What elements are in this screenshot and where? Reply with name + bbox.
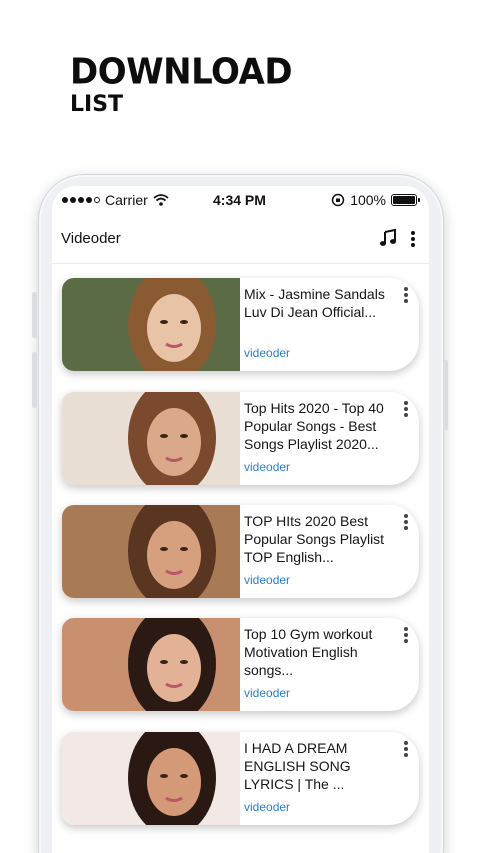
video-title[interactable]: TOP HIts 2020 Best Popular Songs Playlis… — [244, 512, 394, 566]
video-card[interactable]: Mix - Jasmine Sandals Luv Di Jean Offici… — [62, 278, 419, 371]
more-vertical-icon[interactable] — [403, 627, 409, 643]
video-thumbnail[interactable] — [62, 732, 240, 825]
video-thumbnail[interactable] — [62, 278, 240, 371]
status-bar: Carrier 4:34 PM 100% — [52, 186, 429, 214]
status-time: 4:34 PM — [213, 192, 266, 208]
more-vertical-icon[interactable] — [403, 741, 409, 757]
video-title[interactable]: Top 10 Gym workout Motivation English so… — [244, 625, 394, 679]
app-title: Videoder — [61, 230, 121, 247]
signal-icon — [62, 197, 100, 203]
rotation-lock-icon — [331, 193, 345, 207]
video-channel[interactable]: videoder — [244, 686, 290, 700]
video-thumbnail[interactable] — [62, 618, 240, 711]
video-channel[interactable]: videoder — [244, 800, 290, 814]
phone-side-button — [32, 352, 37, 408]
video-title[interactable]: Top Hits 2020 - Top 40 Popular Songs - B… — [244, 399, 394, 453]
more-vertical-icon[interactable] — [403, 287, 409, 303]
video-thumbnail[interactable] — [62, 392, 240, 485]
phone-screen: Carrier 4:34 PM 100% Videoder Mix - Jasm… — [52, 186, 429, 853]
headline-subtitle: LIST — [70, 92, 124, 117]
video-channel[interactable]: videoder — [244, 573, 290, 587]
carrier-label: Carrier — [105, 192, 148, 208]
video-card[interactable]: Top 10 Gym workout Motivation English so… — [62, 618, 419, 711]
video-title[interactable]: Mix - Jasmine Sandals Luv Di Jean Offici… — [244, 285, 394, 321]
video-title[interactable]: I HAD A DREAM ENGLISH SONG LYRICS | The … — [244, 739, 394, 793]
phone-side-button — [443, 360, 448, 430]
wifi-icon — [153, 194, 169, 206]
video-channel[interactable]: videoder — [244, 460, 290, 474]
video-card[interactable]: Top Hits 2020 - Top 40 Popular Songs - B… — [62, 392, 419, 485]
more-vertical-icon[interactable] — [403, 401, 409, 417]
video-channel[interactable]: videoder — [244, 346, 290, 360]
battery-percent: 100% — [350, 192, 386, 208]
app-bar: Videoder — [52, 222, 429, 264]
video-card[interactable]: I HAD A DREAM ENGLISH SONG LYRICS | The … — [62, 732, 419, 825]
promo-headline: DOWNLOAD LIST — [70, 50, 293, 118]
phone-side-button — [32, 292, 37, 338]
video-card[interactable]: TOP HIts 2020 Best Popular Songs Playlis… — [62, 505, 419, 598]
video-thumbnail[interactable] — [62, 505, 240, 598]
music-note-icon[interactable] — [378, 228, 398, 248]
more-vertical-icon[interactable] — [403, 514, 409, 530]
battery-icon — [391, 194, 420, 206]
more-vertical-icon[interactable] — [408, 228, 418, 250]
headline-title: DOWNLOAD — [70, 50, 293, 93]
